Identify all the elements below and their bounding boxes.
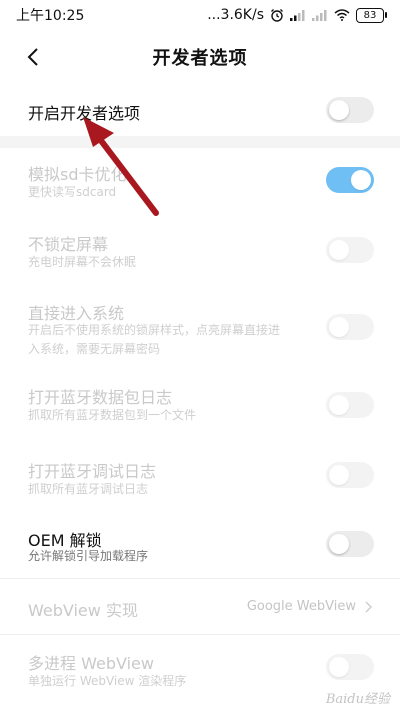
toggle-switch[interactable] [326, 167, 374, 193]
setting-subtitle: 抓取所有蓝牙调试日志 [28, 482, 149, 496]
setting-subtitle: 允许解锁引导加载程序 [28, 549, 149, 563]
toggle-switch[interactable] [326, 531, 374, 557]
setting-bluetooth-hci-log[interactable]: 打开蓝牙数据包日志 抓取所有蓝牙数据包到一个文件 [0, 366, 400, 442]
toggle-switch[interactable] [326, 654, 374, 680]
setting-title: 多进程 WebView [28, 654, 154, 673]
setting-subtitle: 充电时屏幕不会休眠 [28, 255, 137, 269]
setting-subtitle: 单独运行 WebView 渲染程序 [28, 674, 187, 688]
signal-icon [290, 10, 305, 21]
setting-enable-developer-options[interactable]: 开启开发者选项 [0, 84, 400, 136]
chevron-right-icon [365, 601, 373, 613]
title-bar: 开发者选项 [0, 30, 400, 84]
signal-icon-2 [312, 10, 327, 21]
setting-subtitle-line2: 入系统，需要无屏幕密码 [28, 342, 161, 356]
setting-value: Google WebView [246, 599, 356, 614]
row-divider [0, 634, 400, 635]
chevron-left-icon [27, 48, 38, 66]
setting-bluetooth-debug-log[interactable]: 打开蓝牙调试日志 抓取所有蓝牙调试日志 [0, 442, 400, 518]
section-divider [0, 136, 400, 148]
status-time: 上午10:25 [16, 8, 85, 24]
setting-title: WebView 实现 [28, 601, 138, 620]
setting-subtitle: 抓取所有蓝牙数据包到一个文件 [28, 408, 197, 422]
toggle-switch[interactable] [326, 392, 374, 418]
status-icons: ...3.6K/s 83 [207, 7, 387, 23]
setting-subtitle-line1: 开启后不使用系统的锁屏样式，点亮屏幕直接进 [28, 323, 281, 337]
toggle-switch[interactable] [326, 237, 374, 263]
setting-stay-awake[interactable]: 不锁定屏幕 充电时屏幕不会休眠 [0, 216, 400, 286]
network-speed: ...3.6K/s [207, 7, 264, 23]
row-divider [0, 578, 400, 579]
battery-icon: 83 [356, 7, 387, 23]
wifi-icon [334, 9, 350, 21]
toggle-switch[interactable] [326, 97, 374, 123]
page-title: 开发者选项 [152, 48, 248, 69]
status-bar: 上午10:25 ...3.6K/s 83 [0, 0, 400, 30]
setting-subtitle: 更快读写sdcard [28, 185, 117, 199]
setting-title: 不锁定屏幕 [28, 235, 109, 254]
setting-title: 打开蓝牙数据包日志 [28, 388, 173, 407]
toggle-switch[interactable] [326, 462, 374, 488]
setting-title: 开启开发者选项 [28, 104, 141, 123]
alarm-icon [271, 9, 283, 22]
back-button[interactable] [18, 42, 48, 72]
setting-skip-lockscreen[interactable]: 直接进入系统 开启后不使用系统的锁屏样式，点亮屏幕直接进 入系统，需要无屏幕密码 [0, 286, 400, 366]
watermark: Baidu经验 [325, 692, 390, 707]
setting-webview-implementation[interactable]: WebView 实现 Google WebView [0, 580, 400, 634]
setting-oem-unlock[interactable]: OEM 解锁 允许解锁引导加载程序 [0, 518, 400, 578]
setting-emulate-sd-card[interactable]: 模拟sd卡优化 更快读写sdcard [0, 148, 400, 216]
toggle-switch[interactable] [326, 314, 374, 340]
setting-title: 模拟sd卡优化 [28, 165, 127, 184]
setting-title: 打开蓝牙调试日志 [28, 462, 157, 481]
